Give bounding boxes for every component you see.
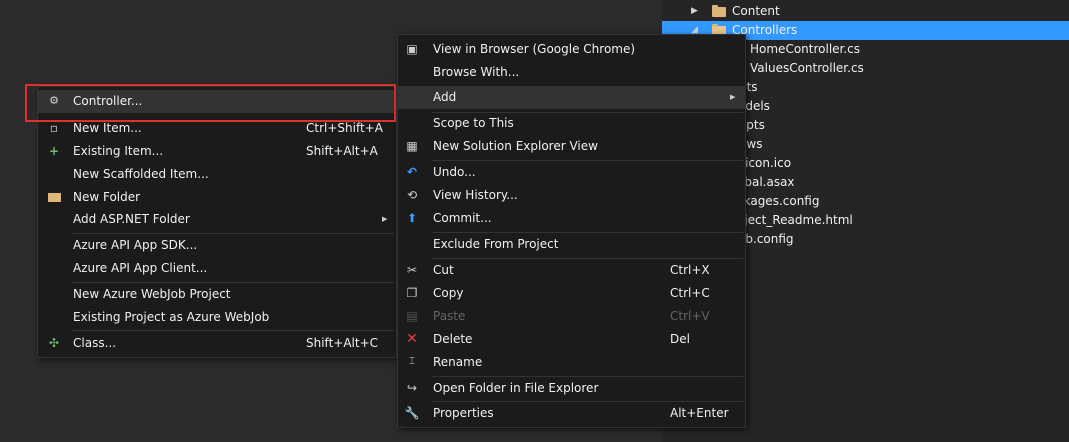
shortcut-label: Del [670,332,690,346]
menu-item-label: Add [433,90,457,104]
tree-item-label: oject_Readme.html [737,213,853,227]
folder-icon [46,189,62,205]
menu-item-label: Open Folder in File Explorer [433,381,599,395]
tree-item-label: HomeController.cs [750,42,861,56]
menu-item-label: New Azure WebJob Project [73,287,231,301]
delete-x-icon: ✕ [406,331,418,347]
shortcut-label: Ctrl+C [670,286,710,300]
tree-item-label: ckages.config [737,194,820,208]
menu-item-new-solution-explorer-view[interactable]: ▦ New Solution Explorer View [398,135,745,158]
highlight-box [25,84,396,122]
shortcut-label: Shift+Alt+C [306,336,379,350]
menu-item-label: Azure API App SDK... [73,238,198,252]
shortcut-label: Alt+Enter [670,406,729,420]
solution-explorer-icon: ▦ [406,139,418,153]
menu-item-existing-project-azure-webjob[interactable]: Existing Project as Azure WebJob [38,306,396,329]
menu-item-scope-to-this[interactable]: Scope to This [398,112,745,135]
submenu-arrow-icon: ▶ [382,215,388,223]
expand-arrow-icon[interactable]: ▶ [691,2,698,21]
history-icon: ⟲ [406,188,418,202]
menu-item-label: View History... [433,188,518,202]
menu-item-label: Rename [433,355,483,369]
menu-item-label: Add ASP.NET Folder [73,212,190,226]
shortcut-label: Ctrl+V [670,309,710,323]
menu-item-view-history[interactable]: ⟲ View History... [398,184,745,207]
shortcut-label: Ctrl+X [670,263,710,277]
wrench-icon: 🔧 [404,406,420,420]
menu-item-new-azure-webjob-project[interactable]: New Azure WebJob Project [38,283,396,306]
menu-item-label: Scope to This [433,116,514,130]
menu-item-azure-api-app-client[interactable]: Azure API App Client... [38,257,396,280]
menu-item-exclude-from-project[interactable]: Exclude From Project [398,233,745,256]
menu-item-properties[interactable]: 🔧 Properties Alt+Enter [398,402,745,425]
menu-item-label: Existing Item... [73,144,164,158]
scissors-icon: ✂ [406,263,418,277]
menu-item-label: Cut [433,263,454,277]
menu-item-label: Properties [433,406,494,420]
paste-icon: ▤ [406,309,418,323]
menu-item-add[interactable]: Add ▶ [398,86,745,109]
menu-item-delete[interactable]: ✕ Delete Del [398,328,745,351]
tree-item-label: eb.config [738,232,794,246]
menu-item-copy[interactable]: ❐ Copy Ctrl+C [398,282,745,305]
context-menu: ▣ View in Browser (Google Chrome) Browse… [397,34,746,428]
commit-icon: ⬆ [406,211,418,225]
menu-item-label: Class... [73,336,117,350]
menu-item-azure-api-app-sdk[interactable]: Azure API App SDK... [38,234,396,257]
folder-icon [712,5,726,17]
menu-item-label: Undo... [433,165,476,179]
menu-item-rename[interactable]: ⌶ Rename [398,351,745,374]
menu-item-view-in-browser[interactable]: ▣ View in Browser (Google Chrome) [398,38,745,61]
submenu-arrow-icon: ▶ [730,93,736,101]
menu-item-label: Azure API App Client... [73,261,208,275]
menu-item-cut[interactable]: ✂ Cut Ctrl+X [398,259,745,282]
menu-item-class[interactable]: ✣ Class... Shift+Alt+C [38,332,396,355]
new-item-icon: ▫ [49,121,59,135]
menu-item-label: Exclude From Project [433,237,559,251]
menu-item-label: New Folder [73,190,141,204]
tree-item-content[interactable]: ▶ Content [662,2,1069,21]
menu-separator [72,330,394,331]
undo-icon: ↶ [406,165,418,179]
menu-item-label: Copy [433,286,464,300]
existing-item-icon: + [48,144,60,158]
menu-item-label: Existing Project as Azure WebJob [73,310,270,324]
shortcut-label: Shift+Alt+A [306,144,378,158]
menu-item-commit[interactable]: ⬆ Commit... [398,207,745,230]
tree-item-label: Content [732,4,780,18]
rename-icon: ⌶ [409,356,415,367]
menu-item-paste[interactable]: ▤ Paste Ctrl+V [398,305,745,328]
copy-icon: ❐ [406,286,418,300]
tree-item-label: ValuesController.cs [750,61,864,75]
menu-item-existing-item[interactable]: + Existing Item... Shift+Alt+A [38,140,396,163]
menu-item-label: New Solution Explorer View [433,139,598,153]
menu-item-browse-with[interactable]: Browse With... [398,61,745,84]
menu-item-label: Commit... [433,211,492,225]
menu-item-label: View in Browser (Google Chrome) [433,42,636,56]
menu-item-new-scaffolded-item[interactable]: New Scaffolded Item... [38,163,396,186]
add-submenu: ⚙ Controller... ▫ New Item... Ctrl+Shift… [37,86,397,358]
menu-item-add-aspnet-folder[interactable]: Add ASP.NET Folder ▶ [38,208,396,231]
menu-item-label: Paste [433,309,466,323]
browser-icon: ▣ [406,42,418,56]
class-icon: ✣ [48,336,60,350]
open-folder-icon: ↪ [406,381,418,395]
menu-item-undo[interactable]: ↶ Undo... [398,161,745,184]
menu-item-new-folder[interactable]: New Folder [38,186,396,209]
menu-item-label: Delete [433,332,473,346]
menu-item-label: Browse With... [433,65,520,79]
menu-item-open-folder[interactable]: ↪ Open Folder in File Explorer [398,377,745,400]
menu-item-label: New Scaffolded Item... [73,167,209,181]
